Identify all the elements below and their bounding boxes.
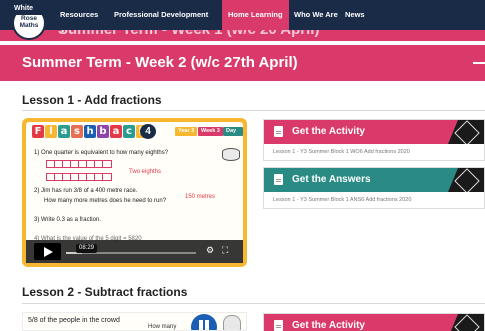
get-activity-button[interactable]: Get the Activity xyxy=(264,120,484,144)
get-answers-label: Get the Answers xyxy=(292,174,371,185)
top-nav: White Rose Maths Resources Professional … xyxy=(0,0,485,40)
lesson1-video[interactable]: Flashback 4 Year 3 Week 3 Day 1 1) One q… xyxy=(22,118,247,267)
flashback-letter: h xyxy=(84,125,96,138)
answer-2: 150 metres xyxy=(185,194,216,200)
activity-file-name: Lesson 1 - Y3 Summer Block 1 WO6 Add fra… xyxy=(273,149,410,155)
document-icon xyxy=(274,126,283,137)
cylinder-icon xyxy=(222,148,240,161)
nav-professional-development[interactable]: Professional Development xyxy=(108,0,214,30)
flashback-logo: Flashback xyxy=(32,125,148,138)
minus-icon xyxy=(473,62,485,64)
get-activity-label: Get the Activity xyxy=(292,320,365,331)
flashback-number: 4 xyxy=(140,124,156,139)
flashback-letter: b xyxy=(97,125,109,138)
flashback-letter: s xyxy=(71,125,83,138)
logo-white: White xyxy=(6,3,56,15)
plus-icon: + xyxy=(58,30,481,38)
logo-rose: Rose xyxy=(21,15,37,22)
robot-icon xyxy=(223,315,241,330)
document-icon xyxy=(274,320,283,331)
pause-icon xyxy=(191,314,217,330)
settings-icon[interactable]: ⚙ xyxy=(206,245,214,256)
video-frame: Flashback 4 Year 3 Week 3 Day 1 1) One q… xyxy=(26,122,243,263)
decorative-pattern xyxy=(448,168,484,192)
fraction-bar-2 xyxy=(46,173,112,181)
video-tag-week: Week 3 xyxy=(198,127,223,136)
video-tag-year: Year 3 xyxy=(175,127,198,136)
accordion-week2-title: Summer Term - Week 2 (w/c 27th April) xyxy=(22,54,298,71)
get-activity-label: Get the Activity xyxy=(292,126,365,137)
lesson2-video[interactable]: 5/8 of the people in the crowd How many xyxy=(22,312,247,331)
get-activity-button[interactable]: Get the Activity xyxy=(264,314,484,331)
lesson1-title: Lesson 1 - Add fractions xyxy=(22,93,162,107)
fraction-bar-1 xyxy=(46,160,112,168)
flashback-letter: l xyxy=(45,125,57,138)
flashback-letter: c xyxy=(123,125,135,138)
lesson2-title: Lesson 2 - Subtract fractions xyxy=(22,285,188,299)
document-icon xyxy=(274,174,283,185)
lesson1-answers-card: Get the Answers Lesson 1 - Y3 Summer Blo… xyxy=(263,167,485,209)
lesson1-activity-card: Get the Activity Lesson 1 - Y3 Summer Bl… xyxy=(263,119,485,161)
nav-home-learning[interactable]: Home Learning xyxy=(222,0,289,30)
play-button[interactable] xyxy=(34,243,61,260)
flashback-letter: a xyxy=(110,125,122,138)
answer-1: Two eighths xyxy=(129,169,162,175)
nav-resources[interactable]: Resources xyxy=(54,0,104,30)
decorative-pattern xyxy=(448,120,484,144)
accordion-week1-header[interactable]: Summer Term - Week 1 (w/c 20 April) + xyxy=(0,30,485,41)
lesson2-thumb-text: 5/8 of the people in the crowd xyxy=(28,317,120,324)
decorative-pattern xyxy=(448,314,484,331)
nav-who-we-are[interactable]: Who We Are xyxy=(288,0,344,30)
question-1: 1) One quarter is equivalent to how many… xyxy=(34,150,169,156)
question-3: 3) Write 0.3 as a fraction. xyxy=(34,217,101,223)
question-2-line1: 2) Jim has run 3/8 of a 400 metre race. xyxy=(34,188,138,194)
get-answers-button[interactable]: Get the Answers xyxy=(264,168,484,192)
answers-file-name: Lesson 1 - Y3 Summer Block 1 ANS6 Add fr… xyxy=(273,197,412,203)
question-2-line2: How many more metres does he need to run… xyxy=(44,198,167,204)
logo-maths: Maths xyxy=(19,22,39,29)
flashback-letter: F xyxy=(32,125,44,138)
flashback-letter: a xyxy=(58,125,70,138)
accordion-week2-header[interactable]: Summer Term - Week 2 (w/c 27th April) xyxy=(0,45,485,81)
lesson2-activity-card: Get the Activity xyxy=(263,313,485,331)
divider xyxy=(22,303,485,304)
video-time: 08:29 xyxy=(76,244,98,253)
video-controls: 08:29 ⚙ ⛶ xyxy=(26,240,243,263)
white-rose-maths-logo[interactable]: White Rose Maths xyxy=(6,3,56,40)
nav-news[interactable]: News xyxy=(339,0,371,30)
lesson2-thumb-text2: How many xyxy=(148,324,177,330)
divider xyxy=(22,110,485,111)
video-tag-day: Day 1 xyxy=(223,127,243,143)
fullscreen-icon[interactable]: ⛶ xyxy=(222,245,228,256)
